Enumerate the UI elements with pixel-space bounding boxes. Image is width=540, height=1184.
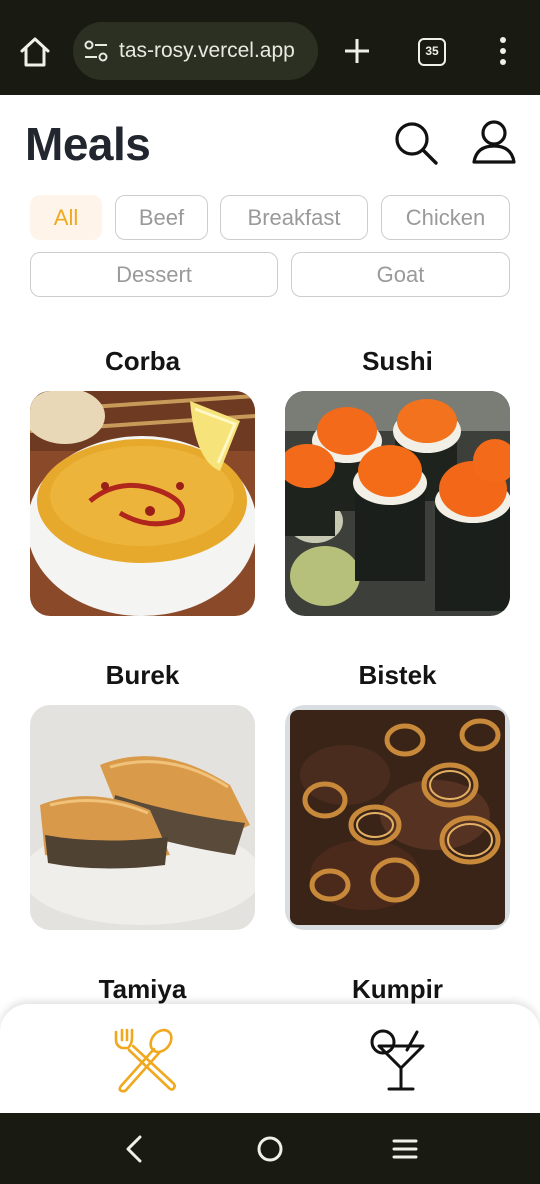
bistek-illustration: [285, 705, 510, 930]
search-icon[interactable]: [392, 118, 440, 168]
bottom-nav: [0, 1004, 540, 1114]
meal-name-bistek[interactable]: Bistek: [285, 660, 510, 691]
meal-name-kumpir[interactable]: Kumpir: [285, 974, 510, 1005]
category-chip-breakfast[interactable]: Breakfast: [220, 195, 368, 240]
burek-illustration: [30, 705, 255, 930]
system-nav-bar: [0, 1113, 540, 1184]
category-chip-chicken[interactable]: Chicken: [381, 195, 510, 240]
address-bar[interactable]: tas-rosy.vercel.app: [73, 22, 318, 80]
home-icon[interactable]: [17, 34, 53, 70]
meal-name-corba[interactable]: Corba: [30, 346, 255, 377]
category-chip-goat[interactable]: Goat: [291, 252, 510, 297]
meal-image-sushi[interactable]: [285, 391, 510, 616]
sushi-illustration: [285, 391, 510, 616]
category-chip-dessert[interactable]: Dessert: [30, 252, 278, 297]
user-icon[interactable]: [470, 118, 518, 168]
page-title: Meals: [25, 118, 151, 170]
back-icon[interactable]: [118, 1133, 150, 1165]
fork-spoon-icon[interactable]: [110, 1026, 180, 1094]
meal-name-sushi[interactable]: Sushi: [285, 346, 510, 377]
home-circle-icon[interactable]: [254, 1133, 286, 1165]
meal-image-corba[interactable]: [30, 391, 255, 616]
new-tab-icon[interactable]: [343, 37, 371, 65]
tabs-icon[interactable]: 35: [418, 38, 446, 66]
recents-icon[interactable]: [389, 1133, 421, 1165]
soup-illustration: [30, 391, 255, 616]
category-chip-beef[interactable]: Beef: [115, 195, 208, 240]
meal-name-burek[interactable]: Burek: [30, 660, 255, 691]
meal-image-burek[interactable]: [30, 705, 255, 930]
site-settings-icon[interactable]: [84, 40, 108, 62]
meal-name-tamiya[interactable]: Tamiya: [30, 974, 255, 1005]
meal-image-bistek[interactable]: [285, 705, 510, 930]
browser-toolbar: tas-rosy.vercel.app 35: [0, 0, 540, 95]
url-text: tas-rosy.vercel.app: [119, 39, 295, 62]
more-vert-icon[interactable]: [493, 36, 513, 66]
cocktail-icon[interactable]: [365, 1026, 435, 1094]
category-chip-all[interactable]: All: [30, 195, 102, 240]
